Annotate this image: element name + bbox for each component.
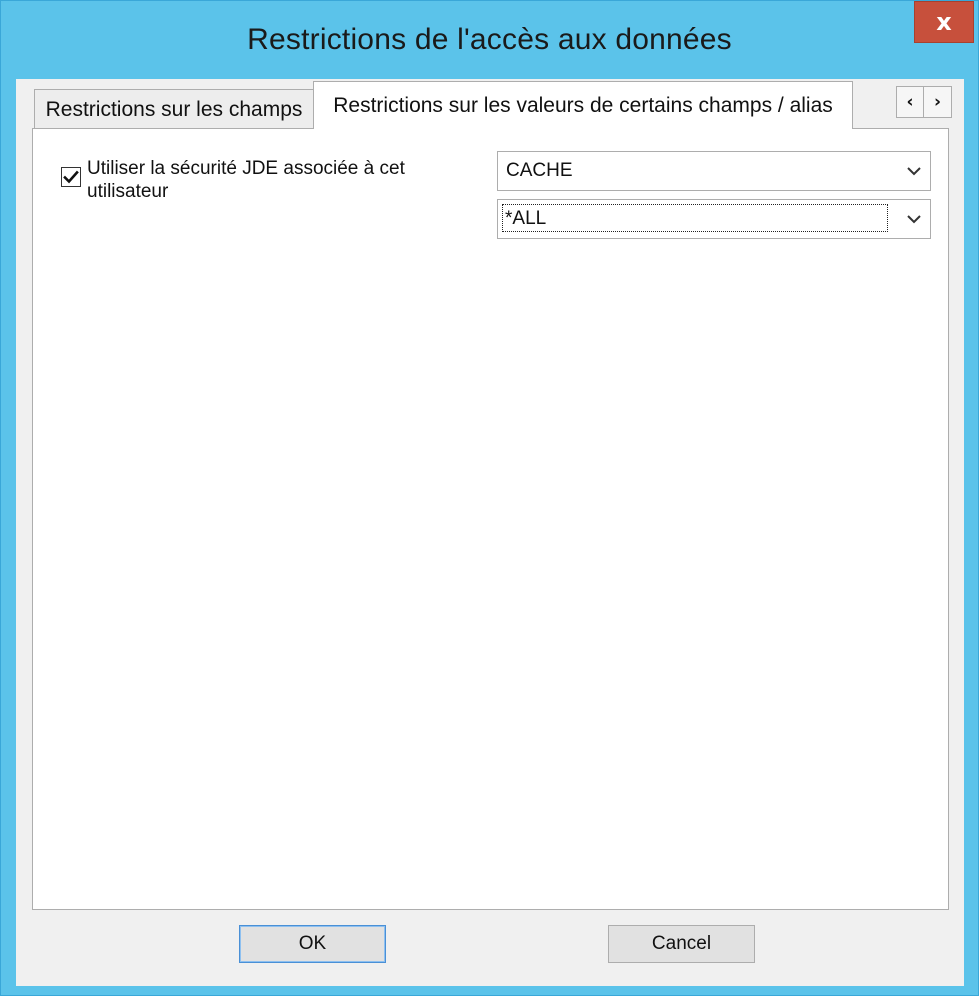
- title-bar[interactable]: Restrictions de l'accès aux données x: [1, 1, 978, 79]
- tab-label: Restrictions sur les champs: [45, 97, 303, 121]
- chevron-right-icon: ›: [933, 92, 941, 112]
- cancel-button[interactable]: Cancel: [608, 925, 755, 963]
- chevron-down-icon[interactable]: [906, 164, 922, 178]
- security-source-combobox[interactable]: CACHE: [497, 151, 931, 191]
- tab-scroll-right-button[interactable]: ›: [924, 86, 952, 118]
- tab-scroll-buttons: ‹ ›: [896, 86, 952, 118]
- close-icon: x: [936, 8, 952, 36]
- use-jde-security-label: Utiliser la sécurité JDE associée à cet …: [87, 158, 405, 202]
- dialog-client-area: Restrictions sur les champs Restrictions…: [16, 79, 964, 986]
- checkmark-icon: [63, 170, 79, 184]
- tab-label: Restrictions sur les valeurs de certains…: [333, 93, 833, 117]
- tab-restrictions-fields[interactable]: Restrictions sur les champs: [34, 89, 314, 129]
- tab-scroll-left-button[interactable]: ‹: [896, 86, 924, 118]
- use-jde-security-checkbox[interactable]: [61, 167, 81, 187]
- tab-restrictions-values[interactable]: Restrictions sur les valeurs de certains…: [313, 81, 853, 129]
- window-title: Restrictions de l'accès aux données: [247, 23, 732, 56]
- security-value-combobox[interactable]: *ALL: [497, 199, 931, 239]
- tab-panel-values: Utiliser la sécurité JDE associée à cet …: [32, 128, 949, 910]
- chevron-down-icon[interactable]: [906, 212, 922, 226]
- close-button[interactable]: x: [914, 1, 974, 43]
- combobox-value: CACHE: [506, 160, 573, 181]
- dialog-window: Restrictions de l'accès aux données x Re…: [0, 0, 979, 996]
- combobox-value: *ALL: [505, 208, 547, 229]
- chevron-left-icon: ‹: [906, 92, 914, 112]
- ok-button[interactable]: OK: [239, 925, 386, 963]
- focus-ring: [502, 204, 888, 232]
